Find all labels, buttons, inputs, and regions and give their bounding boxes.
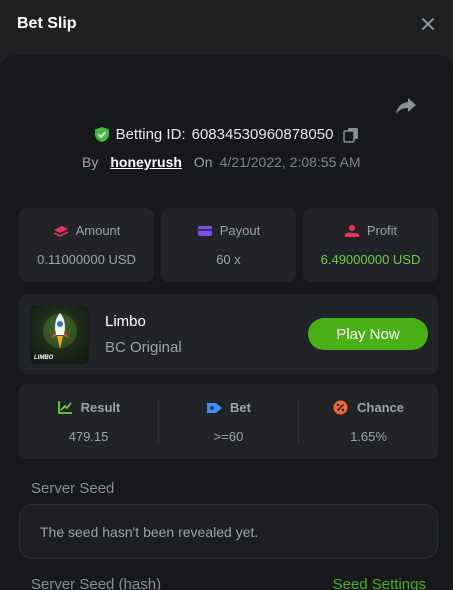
profit-value: 6.49000000 USD bbox=[320, 252, 421, 267]
server-seed-hash-label: Server Seed (hash) bbox=[31, 576, 162, 590]
bet-stats: Amount 0.11000000 USD Payout 60 x Profit… bbox=[19, 208, 438, 282]
limbo-thumb-brand: LIMBO bbox=[34, 354, 54, 361]
username-link[interactable]: honeyrush bbox=[110, 154, 182, 170]
betting-id-label: Betting ID: bbox=[115, 126, 186, 143]
result-value: 479.15 bbox=[68, 428, 109, 444]
result-chart-icon bbox=[57, 400, 73, 414]
result-column: Result 479.15 bbox=[19, 384, 158, 459]
money-stack-icon bbox=[53, 224, 69, 238]
result-label: Result bbox=[80, 399, 121, 415]
bet-slip-title: Bet Slip bbox=[17, 15, 77, 32]
chance-value: 1.65% bbox=[350, 428, 387, 444]
chance-label: Chance bbox=[357, 399, 404, 415]
server-seed-label: Server Seed bbox=[31, 480, 115, 497]
amount-label: Amount bbox=[75, 223, 121, 238]
chance-column: Chance 1.65% bbox=[299, 384, 438, 459]
on-label: On bbox=[193, 154, 213, 170]
play-now-button[interactable]: Play Now bbox=[308, 318, 428, 350]
close-icon[interactable] bbox=[417, 13, 439, 35]
game-card: LIMBO Limbo BC Original Play Now bbox=[19, 294, 438, 374]
wallet-card-icon bbox=[197, 224, 213, 238]
payout-label: Payout bbox=[219, 223, 261, 238]
result-card: Result 479.15 Bet >=60 Chance 1.65% bbox=[19, 384, 438, 459]
betting-id-row: Betting ID: 60834530960878050 bbox=[0, 126, 453, 143]
share-icon[interactable] bbox=[395, 96, 417, 116]
bet-column: Bet >=60 bbox=[159, 384, 298, 459]
betting-id-value: 60834530960878050 bbox=[191, 126, 334, 143]
bet-byline: By honeyrush On 4/21/2022, 2:08:55 AM bbox=[82, 152, 361, 172]
payout-value: 60 x bbox=[216, 252, 241, 267]
limbo-thumbnail: LIMBO bbox=[30, 304, 89, 364]
bet-tag-icon bbox=[206, 400, 223, 414]
profit-label: Profit bbox=[366, 223, 398, 238]
bet-date: 4/21/2022, 2:08:55 AM bbox=[219, 154, 361, 170]
seed-settings-link[interactable]: Seed Settings bbox=[333, 576, 426, 590]
bet-label: Bet bbox=[230, 399, 251, 415]
percent-icon bbox=[333, 400, 349, 415]
stat-amount: Amount 0.11000000 USD bbox=[19, 208, 154, 282]
verified-shield-icon bbox=[94, 126, 110, 143]
bet-value: >=60 bbox=[213, 428, 244, 444]
game-name: Limbo bbox=[105, 312, 146, 330]
game-subtitle: BC Original bbox=[105, 338, 182, 356]
stat-payout: Payout 60 x bbox=[161, 208, 296, 282]
hand-coin-icon bbox=[344, 224, 360, 238]
bet-slip-header: Bet Slip bbox=[0, 0, 453, 48]
stat-profit: Profit 6.49000000 USD bbox=[303, 208, 438, 282]
amount-value: 0.11000000 USD bbox=[37, 252, 136, 267]
copy-icon[interactable] bbox=[343, 127, 359, 143]
server-seed-field[interactable]: The seed hasn't been revealed yet. bbox=[19, 504, 438, 559]
by-label: By bbox=[82, 154, 99, 170]
